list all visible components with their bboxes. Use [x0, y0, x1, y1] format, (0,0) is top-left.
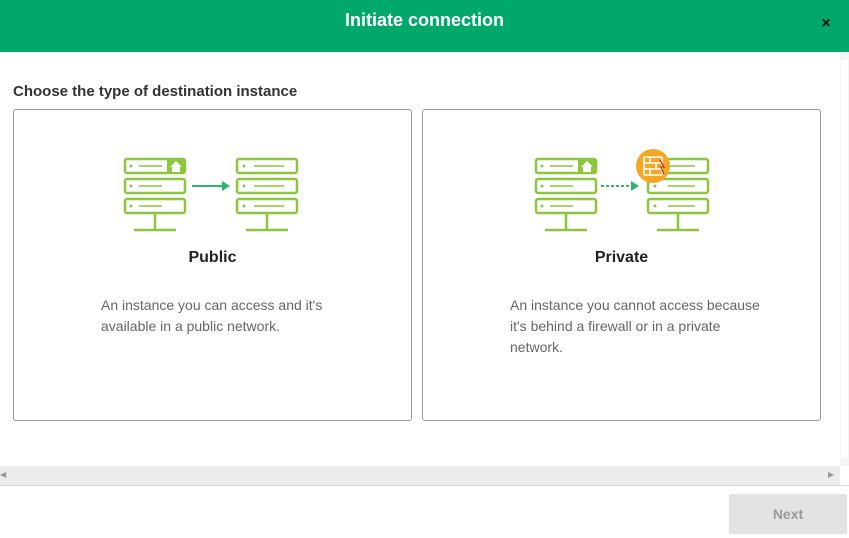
horizontal-scrollbar[interactable]: ◀ ▶ [0, 466, 840, 485]
footer-divider [0, 485, 849, 486]
dialog-header: Initiate connection × [0, 0, 849, 52]
option-description-private: An instance you cannot access because it… [510, 297, 760, 355]
vertical-scrollbar[interactable] [840, 52, 849, 466]
option-description-public: An instance you can access and it's avai… [101, 297, 323, 334]
public-servers-illustration [123, 157, 299, 232]
scroll-left-icon[interactable]: ◀ [0, 470, 6, 479]
scroll-right-icon[interactable]: ▶ [828, 470, 834, 479]
next-button[interactable]: Next [729, 494, 847, 534]
close-icon[interactable]: × [816, 14, 836, 34]
vertical-scrollbar-thumb[interactable] [841, 60, 848, 458]
dialog-title: Initiate connection [344, 10, 504, 30]
option-title-private: Private [594, 249, 649, 266]
initiate-connection-dialog: Initiate connection × Choose the type of… [0, 0, 849, 538]
option-title-public: Public [188, 249, 237, 266]
public-instance-option[interactable]: Public An instance you can access and it… [13, 109, 412, 421]
private-instance-option[interactable]: Private An instance you cannot access be… [422, 109, 821, 421]
private-servers-illustration [534, 149, 710, 232]
section-title: Choose the type of destination instance [13, 83, 298, 100]
